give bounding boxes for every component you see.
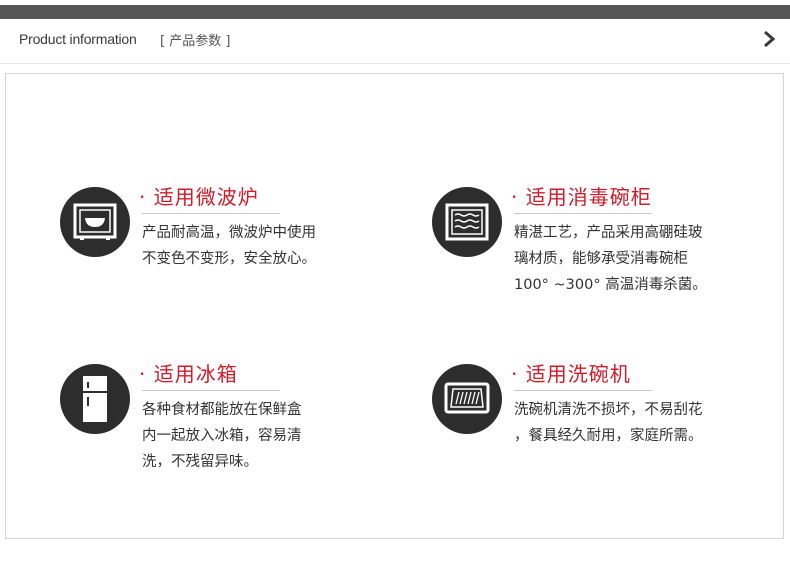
feature-sterilizer: · 适用消毒碗柜 精湛工艺，产品采用高硼硅玻 璃材质，能够承受消毒碗柜 100°…	[432, 185, 762, 317]
feature-title: · 适用洗碗机	[511, 362, 631, 386]
description-line: 不变色不变形，安全放心。	[142, 251, 316, 267]
feature-description: 各种食材都能放在保鲜盒 内一起放入冰箱，容易清 洗，不残留异味。	[142, 397, 374, 475]
feature-description: 洗碗机清洗不损坏，不易刮花 ，餐具经久耐用，家庭所需。	[514, 397, 746, 449]
feature-title: · 适用冰箱	[139, 362, 238, 386]
microwave-icon	[60, 187, 130, 257]
description-line: 精湛工艺，产品采用高硼硅玻	[514, 225, 703, 241]
title-underline	[514, 213, 652, 214]
title-underline	[142, 390, 280, 391]
description-line: 璃材质，能够承受消毒碗柜	[514, 251, 688, 267]
description-line: 产品耐高温，微波炉中使用	[142, 225, 316, 241]
feature-dishwasher: · 适用洗碗机 洗碗机清洗不损坏，不易刮花 ，餐具经久耐用，家庭所需。	[432, 362, 762, 494]
section-header: Product information [ 产品参数 ]	[0, 19, 790, 64]
feature-description: 精湛工艺，产品采用高硼硅玻 璃材质，能够承受消毒碗柜 100° ~300° 高温…	[514, 220, 746, 298]
header-subtitle: [ 产品参数 ]	[160, 34, 231, 49]
refrigerator-icon	[60, 364, 130, 434]
description-line: 各种食材都能放在保鲜盒	[142, 402, 302, 418]
feature-title: · 适用消毒碗柜	[511, 185, 652, 209]
feature-refrigerator: · 适用冰箱 各种食材都能放在保鲜盒 内一起放入冰箱，容易清 洗，不残留异味。	[60, 362, 390, 494]
features-panel: · 适用微波炉 产品耐高温，微波炉中使用 不变色不变形，安全放心。 · 适用消毒…	[5, 73, 784, 539]
title-underline	[514, 390, 652, 391]
dishwasher-icon	[432, 364, 502, 434]
description-line: 内一起放入冰箱，容易清	[142, 428, 302, 444]
chevron-right-icon[interactable]	[760, 27, 778, 51]
feature-description: 产品耐高温，微波炉中使用 不变色不变形，安全放心。	[142, 220, 374, 272]
description-line: 洗，不残留异味。	[142, 454, 258, 470]
feature-title: · 适用微波炉	[139, 185, 259, 209]
description-line: ，餐具经久耐用，家庭所需。	[514, 428, 703, 444]
description-line: 100° ~300° 高温消毒杀菌。	[514, 277, 707, 293]
feature-microwave: · 适用微波炉 产品耐高温，微波炉中使用 不变色不变形，安全放心。	[60, 185, 390, 317]
description-line: 洗碗机清洗不损坏，不易刮花	[514, 402, 703, 418]
header-title: Product information	[19, 31, 137, 47]
sterilizer-cabinet-icon	[432, 187, 502, 257]
title-underline	[142, 213, 280, 214]
top-bar	[0, 5, 790, 19]
